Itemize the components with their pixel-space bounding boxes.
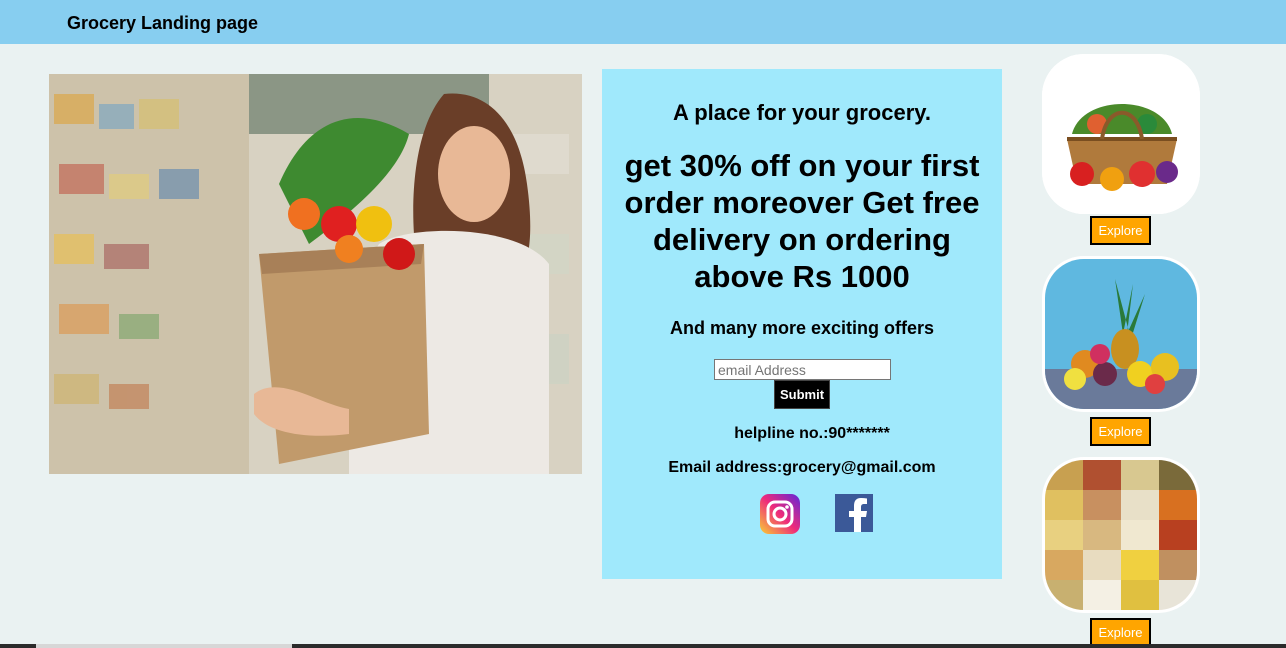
hero-image <box>49 74 582 474</box>
facebook-icon[interactable] <box>835 494 873 532</box>
instagram-icon[interactable] <box>760 494 800 534</box>
explore-button-vegetables[interactable]: Explore <box>1090 216 1151 245</box>
bottom-scrollbar <box>0 644 1286 648</box>
vegetable-basket-image <box>1042 54 1200 214</box>
submit-button[interactable]: Submit <box>774 380 830 409</box>
fruit-pile-image <box>1042 256 1200 412</box>
page-title: Grocery Landing page <box>67 13 259 33</box>
explore-button-grains[interactable]: Explore <box>1090 618 1151 647</box>
header-bar: Grocery Landing page <box>0 0 1286 44</box>
promo-headline: get 30% off on your first order moreover… <box>624 148 980 294</box>
explore-button-fruits[interactable]: Explore <box>1090 417 1151 446</box>
helpline-text: helpline no.:90******* <box>734 425 890 442</box>
promo-panel: A place for your grocery. get 30% off on… <box>602 69 1002 579</box>
email-input[interactable] <box>714 359 891 380</box>
promo-offers-text: And many more exciting offers <box>669 318 935 338</box>
contact-email-text: Email address:grocery@gmail.com <box>668 459 936 476</box>
scrollbar-thumb[interactable] <box>36 644 292 648</box>
promo-tagline: A place for your grocery. <box>673 100 931 125</box>
grains-pulses-image <box>1042 457 1200 613</box>
